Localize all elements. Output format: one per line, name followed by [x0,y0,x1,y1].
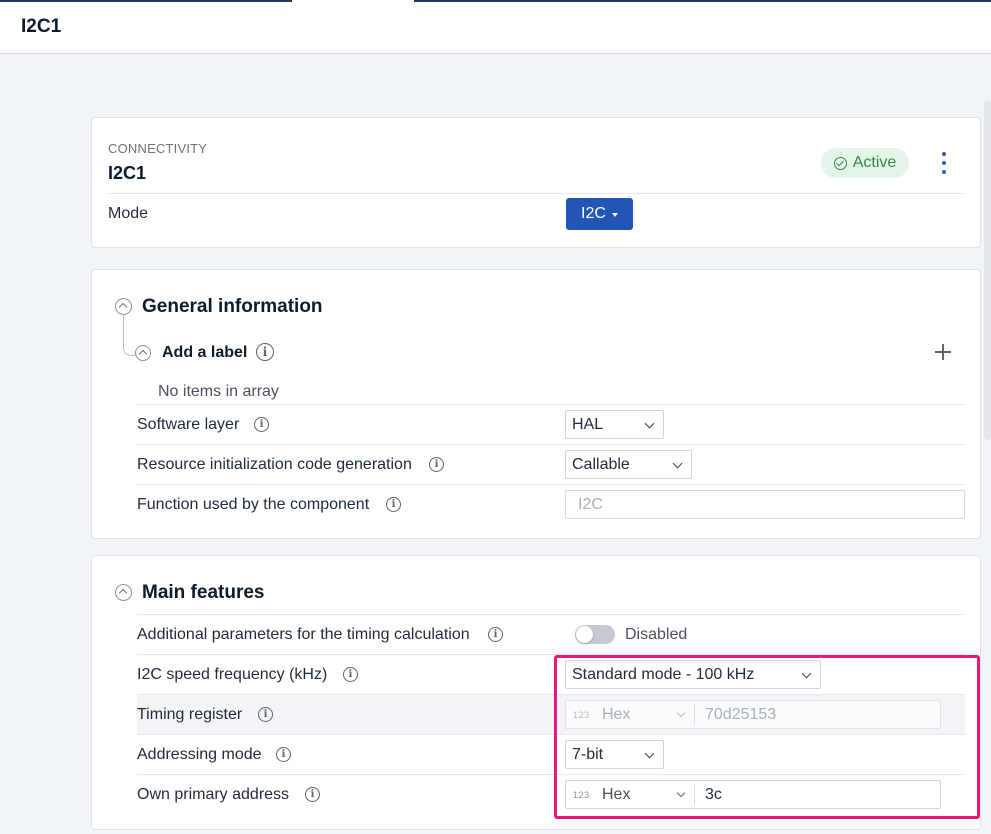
init-codegen-select[interactable]: Callable [565,450,692,479]
own-address-row: Own primary address i 123 Hex 3c [137,774,965,814]
select-value: Callable [572,455,630,473]
top-bar: I2C1 [0,0,991,54]
addressing-mode-select[interactable]: 7-bit [565,740,664,769]
general-information-section: General information Add a label i No ite… [91,269,981,539]
addressing-mode-row: Addressing mode i 7-bit [137,734,965,774]
timing-params-row: Additional parameters for the timing cal… [137,614,965,654]
timing-register-field: 123 Hex 70d25153 [565,700,941,729]
number-format-icon: 123 [573,790,590,800]
mode-dropdown-button[interactable]: I2C [566,198,633,230]
collapse-icon[interactable] [115,298,132,315]
kebab-icon[interactable] [936,152,952,174]
speed-frequency-row: I2C speed frequency (kHz) i Standard mod… [137,654,965,694]
divider [694,784,695,805]
own-address-field[interactable]: 123 Hex 3c [565,780,941,809]
format-select-value[interactable]: Hex [602,786,630,804]
info-icon[interactable]: i [256,343,274,361]
component-card: CONNECTIVITY I2C1 Active Mode I2C [91,117,981,248]
tab-indicator-line [414,0,991,2]
status-label: Active [852,154,897,171]
info-icon[interactable]: i [386,497,401,512]
field-label: Software layer [137,416,240,433]
chevron-down-icon [801,668,812,679]
field-label: Resource initialization code generation [137,456,412,473]
add-label-title: Add a label [162,344,248,361]
chevron-down-icon [644,748,655,759]
timing-params-toggle[interactable] [575,625,615,644]
select-value: Standard mode - 100 kHz [572,665,755,683]
function-used-row: Function used by the component i I2C [137,484,965,524]
field-label: Additional parameters for the timing cal… [137,626,470,643]
mode-label: Mode [108,205,149,222]
mode-value: I2C [581,205,606,222]
input-placeholder: I2C [578,495,603,513]
format-select-value: Hex [602,706,631,723]
field-label: Timing register [137,706,243,723]
info-icon[interactable]: i [276,747,291,762]
info-icon[interactable]: i [254,417,269,432]
component-name: I2C1 [108,163,147,183]
function-used-input[interactable]: I2C [565,490,965,519]
chevron-down-icon [672,458,683,469]
empty-array-text: No items in array [158,383,279,400]
divider [694,704,695,725]
select-value: 7-bit [572,745,604,763]
caret-down-icon [611,213,618,217]
field-label: Own primary address [137,786,290,803]
timing-register-row: Timing register i 123 Hex 70d25153 [137,694,965,734]
chevron-down-icon[interactable] [676,788,686,798]
number-format-icon: 123 [573,710,590,720]
info-icon[interactable]: i [305,787,320,802]
chevron-down-icon [644,418,655,429]
page-title: I2C1 [21,16,62,37]
info-icon[interactable]: i [343,667,358,682]
check-circle-icon [833,156,847,170]
divider [108,193,964,194]
chevron-down-icon [676,708,686,718]
collapse-icon[interactable] [135,345,151,361]
info-icon[interactable]: i [429,457,444,472]
plus-icon[interactable] [935,344,951,360]
main-features-section: Main features Additional parameters for … [91,555,981,830]
tree-connector [123,314,135,356]
field-label: Function used by the component [137,496,370,513]
status-badge: Active [821,148,909,178]
select-value: HAL [572,415,604,433]
info-icon[interactable]: i [258,707,273,722]
section-title: Main features [142,582,265,603]
speed-frequency-select[interactable]: Standard mode - 100 kHz [565,660,821,689]
info-icon[interactable]: i [488,627,503,642]
component-category: CONNECTIVITY [108,141,208,156]
field-label: I2C speed frequency (kHz) [137,666,328,683]
section-title: General information [142,296,323,317]
collapse-icon[interactable] [115,584,132,601]
software-layer-row: Software layer i HAL [137,404,965,444]
software-layer-select[interactable]: HAL [565,410,664,439]
scrollbar-thumb[interactable] [984,100,991,440]
tab-indicator-line [0,0,292,2]
field-label: Addressing mode [137,746,262,763]
toggle-state-label: Disabled [625,626,688,643]
init-codegen-row: Resource initialization code generation … [137,444,965,484]
timing-register-value: 70d25153 [705,706,777,723]
own-address-value[interactable]: 3c [705,786,722,804]
